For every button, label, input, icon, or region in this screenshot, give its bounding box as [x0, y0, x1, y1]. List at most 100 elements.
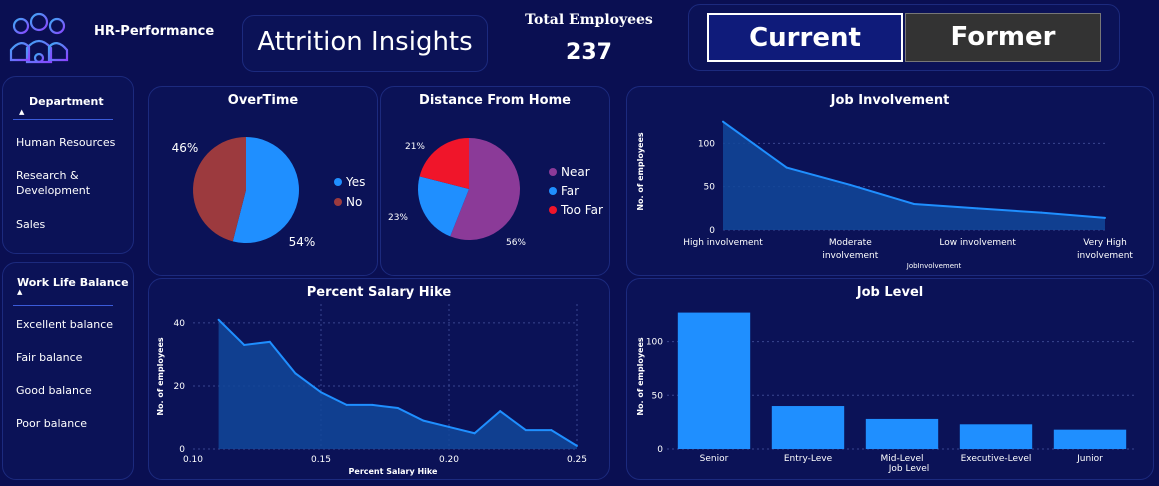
- salary-hike-xtick-1: 0.15: [311, 455, 331, 465]
- job-level-xtick-4: Junior: [1076, 454, 1103, 464]
- work-life-balance-filter-panel: Work Life Balance ▲ Excellent balance Fa…: [2, 262, 134, 480]
- salary-hike-area-chart: 0 20 40 No. of employees 0.10 0.15 0.20 0.25 Per…: [156, 304, 587, 476]
- job-involvement-chart-panel: Job Involvement 0 50 100 No. of employees Hi…: [626, 86, 1154, 276]
- job-level-bar-4: [1053, 429, 1127, 449]
- total-employees-label: Total Employees: [525, 12, 653, 28]
- job-involvement-area-chart: 0 50 100 No. of employees High involvement Mo…: [636, 120, 1133, 270]
- overtime-legend-yes[interactable]: Yes: [334, 175, 365, 189]
- overtime-legend-no[interactable]: No: [334, 195, 362, 209]
- job-involvement-xtick-1: Moderate involvement: [822, 238, 878, 261]
- app-name: HR-Performance: [94, 24, 215, 39]
- total-employees-value: 237: [566, 40, 612, 65]
- distance-value-label-2: 21%: [405, 142, 425, 152]
- job-involvement-point-3: [913, 203, 915, 205]
- department-filter-title: Department: [29, 95, 104, 108]
- job-level-ylabel: No. of employees: [636, 337, 645, 416]
- distance-value-label-1: 23%: [388, 213, 408, 223]
- job-level-bar-2: [865, 418, 939, 449]
- filter-item-fair-balance[interactable]: Fair balance: [16, 350, 82, 365]
- job-level-bar-chart: 0 50 100 Senior Entry-Leve Mid-Level Executive…: [636, 312, 1137, 474]
- salary-hike-point-13: [550, 429, 553, 432]
- job-level-ytick-0: 0: [657, 445, 663, 455]
- job-level-bar-1: [771, 406, 845, 449]
- app-logo: [8, 8, 70, 70]
- job-involvement-point-2: [849, 183, 852, 186]
- salary-hike-point-7: [396, 407, 399, 410]
- distance-legend-toofar[interactable]: Too Far: [549, 203, 603, 217]
- salary-hike-ylabel: No. of employees: [156, 337, 165, 416]
- salary-hike-point-12: [524, 429, 527, 432]
- salary-hike-point-3: [294, 372, 297, 375]
- overtime-chart-panel: OverTime 54% 46% Yes No: [148, 86, 378, 276]
- current-button[interactable]: Current: [707, 13, 903, 62]
- salary-hike-point-2: [268, 340, 271, 343]
- work-life-balance-divider: [13, 305, 113, 306]
- filter-item-poor-balance[interactable]: Poor balance: [16, 416, 87, 431]
- former-button[interactable]: Former: [905, 13, 1101, 62]
- salary-hike-point-0: [217, 318, 220, 321]
- department-collapse-icon[interactable]: ▲: [19, 108, 24, 116]
- job-involvement-point-4: [976, 207, 979, 210]
- job-level-xtick-2: Mid-Level: [881, 454, 924, 464]
- job-level-xtick-0: Senior: [700, 454, 729, 464]
- filter-item-excellent-balance[interactable]: Excellent balance: [16, 317, 113, 332]
- job-involvement-xlabel: JobInvolvement: [906, 262, 962, 270]
- job-involvement-xtick-0: High involvement: [683, 238, 763, 248]
- overtime-legend-no-label: No: [346, 195, 363, 209]
- overtime-value-label-1: 46%: [172, 141, 199, 155]
- distance-legend-near-label: Near: [561, 165, 590, 179]
- title-box: Attrition Insights: [242, 15, 488, 72]
- work-life-balance-filter-title: Work Life Balance: [17, 276, 129, 289]
- job-involvement-ylabel: No. of employees: [636, 132, 645, 211]
- salary-hike-xtick-3: 0.25: [567, 455, 587, 465]
- distance-legend-far-label: Far: [561, 184, 580, 198]
- distance-legend-toofar-label: Too Far: [561, 203, 603, 217]
- salary-hike-ytick-1: 20: [174, 382, 186, 392]
- salary-hike-ytick-2: 40: [174, 319, 186, 329]
- salary-hike-point-4: [320, 391, 322, 394]
- overtime-value-label-0: 54%: [289, 235, 316, 249]
- distance-pie-chart: 56% 23% 21%: [388, 138, 526, 248]
- work-life-balance-collapse-icon[interactable]: ▲: [17, 288, 22, 296]
- salary-hike-point-1: [243, 343, 246, 346]
- job-involvement-point-6: [1104, 216, 1106, 219]
- page-title: Attrition Insights: [257, 27, 473, 57]
- job-involvement-point-5: [1040, 211, 1043, 214]
- filter-item-good-balance[interactable]: Good balance: [16, 383, 92, 398]
- salary-hike-point-11: [499, 410, 502, 413]
- overtime-legend-yes-label: Yes: [346, 175, 366, 189]
- salary-hike-chart-panel: Percent Salary Hike 0 20 40 No. of employee…: [148, 278, 610, 480]
- salary-hike-xtick-2: 0.20: [439, 455, 459, 465]
- job-level-xlabel: Job Level: [888, 464, 930, 474]
- job-level-chart-panel: Job Level 0 50 100 Senior Entry-Leve Mid-Leve…: [626, 278, 1154, 480]
- salary-hike-area-fill: [218, 319, 577, 449]
- job-involvement-ytick-0: 0: [709, 226, 715, 236]
- job-involvement-xtick-3: Very High involvement: [1077, 238, 1133, 261]
- filter-item-research-development[interactable]: Research & Development: [16, 168, 106, 198]
- job-involvement-xtick-2: Low involvement: [939, 238, 1016, 248]
- salary-hike-xlabel: Percent Salary Hike: [349, 467, 438, 476]
- salary-hike-point-8: [422, 419, 425, 422]
- filter-item-sales[interactable]: Sales: [16, 217, 45, 232]
- salary-hike-xtick-0: 0.10: [183, 455, 203, 465]
- team-logo-icon: [9, 12, 69, 64]
- job-involvement-point-0: [722, 120, 724, 123]
- job-level-xtick-3: Executive-Level: [961, 454, 1032, 464]
- job-level-bar-3: [959, 424, 1033, 449]
- distance-legend-near[interactable]: Near: [549, 165, 590, 179]
- job-level-xtick-1: Entry-Leve: [784, 454, 833, 464]
- job-involvement-ytick-2: 100: [698, 139, 715, 149]
- job-involvement-point-1: [785, 166, 788, 169]
- salary-hike-point-5: [345, 403, 348, 406]
- salary-hike-point-14: [576, 444, 578, 447]
- job-level-bar-0: [677, 312, 751, 449]
- distance-chart-panel: Distance From Home 56% 23% 21% Near Far To…: [380, 86, 610, 276]
- salary-hike-point-6: [371, 403, 374, 406]
- job-level-ytick-2: 100: [646, 338, 663, 348]
- distance-legend-far[interactable]: Far: [549, 184, 579, 198]
- job-involvement-ytick-1: 50: [704, 183, 716, 193]
- filter-item-human-resources[interactable]: Human Resources: [16, 135, 115, 150]
- salary-hike-point-10: [473, 432, 476, 435]
- distance-value-label-0: 56%: [506, 238, 526, 248]
- job-level-ytick-1: 50: [652, 391, 664, 401]
